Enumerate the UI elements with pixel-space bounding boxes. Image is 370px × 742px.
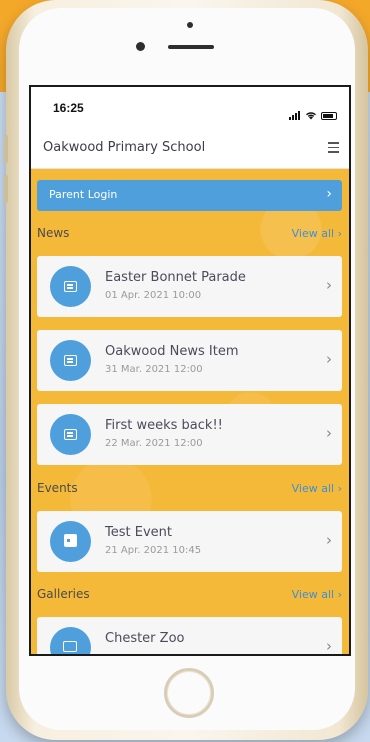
news-item-icon-circle bbox=[50, 340, 91, 381]
news-section-header: News View all › bbox=[37, 226, 342, 244]
news-item-icon-circle bbox=[50, 414, 91, 455]
view-all-label: View all bbox=[291, 482, 335, 495]
gallery-card[interactable]: Chester Zoo › bbox=[37, 617, 342, 655]
galleries-view-all-link[interactable]: View all › bbox=[292, 588, 342, 601]
news-item-title: Oakwood News Item bbox=[105, 344, 239, 359]
app-title: Oakwood Primary School bbox=[43, 140, 206, 155]
event-item-date: 21 Apr. 2021 10:45 bbox=[105, 545, 202, 556]
parent-login-label: Parent Login bbox=[49, 188, 118, 201]
news-section-title: News bbox=[37, 226, 70, 240]
volume-down-button bbox=[4, 175, 8, 203]
news-view-all-link[interactable]: View all › bbox=[292, 227, 342, 240]
galleries-section-header: Galleries View all › bbox=[37, 587, 342, 605]
app-header: Oakwood Primary School bbox=[31, 129, 349, 169]
chevron-right-icon: › bbox=[326, 637, 332, 655]
status-icons bbox=[289, 102, 337, 120]
volume-up-button bbox=[4, 135, 8, 163]
gallery-item-title: Chester Zoo bbox=[105, 631, 185, 646]
news-item-icon-circle bbox=[50, 266, 91, 307]
view-all-label: View all bbox=[291, 588, 335, 601]
status-time: 16:25 bbox=[53, 101, 84, 115]
news-item-title: Easter Bonnet Parade bbox=[105, 270, 246, 285]
newspaper-icon bbox=[64, 355, 77, 366]
gallery-item-icon-circle bbox=[50, 627, 91, 654]
galleries-section-title: Galleries bbox=[37, 587, 90, 601]
newspaper-icon bbox=[64, 281, 77, 292]
view-all-label: View all bbox=[291, 227, 335, 240]
news-item-date: 01 Apr. 2021 10:00 bbox=[105, 290, 202, 301]
hamburger-menu-icon[interactable] bbox=[328, 142, 339, 153]
news-card[interactable]: First weeks back!! 22 Mar. 2021 12:00 › bbox=[37, 404, 342, 465]
calendar-icon bbox=[64, 534, 77, 547]
events-section-title: Events bbox=[37, 481, 78, 495]
news-item-date: 31 Mar. 2021 12:00 bbox=[105, 364, 203, 375]
news-card[interactable]: Easter Bonnet Parade 01 Apr. 2021 10:00 … bbox=[37, 256, 342, 317]
chevron-right-icon: › bbox=[326, 276, 332, 294]
parent-login-button[interactable]: Parent Login › bbox=[37, 180, 342, 211]
home-button[interactable] bbox=[164, 668, 214, 718]
front-camera bbox=[136, 42, 145, 51]
events-view-all-link[interactable]: View all › bbox=[292, 482, 342, 495]
app-screen: 16:25 Oakwood Primary School Parent Logi… bbox=[29, 85, 351, 656]
news-item-date: 22 Mar. 2021 12:00 bbox=[105, 438, 203, 449]
status-bar: 16:25 bbox=[31, 87, 349, 129]
events-section-header: Events View all › bbox=[37, 481, 342, 499]
chevron-right-icon: › bbox=[326, 350, 332, 368]
newspaper-icon bbox=[64, 429, 77, 440]
home-feed[interactable]: Parent Login › News View all › Easter Bo… bbox=[31, 169, 349, 655]
chevron-right-icon: › bbox=[326, 186, 332, 202]
battery-icon bbox=[321, 112, 337, 120]
chevron-right-icon: › bbox=[326, 424, 332, 442]
image-gallery-icon bbox=[63, 641, 77, 652]
event-item-title: Test Event bbox=[105, 525, 172, 540]
event-item-icon-circle bbox=[50, 521, 91, 562]
earpiece-speaker bbox=[168, 45, 214, 49]
event-card[interactable]: Test Event 21 Apr. 2021 10:45 › bbox=[37, 511, 342, 572]
chevron-right-icon: › bbox=[326, 531, 332, 549]
wifi-icon bbox=[306, 112, 316, 120]
proximity-sensor bbox=[187, 22, 193, 28]
news-card[interactable]: Oakwood News Item 31 Mar. 2021 12:00 › bbox=[37, 330, 342, 391]
news-item-title: First weeks back!! bbox=[105, 418, 223, 433]
signal-icon bbox=[289, 102, 301, 120]
